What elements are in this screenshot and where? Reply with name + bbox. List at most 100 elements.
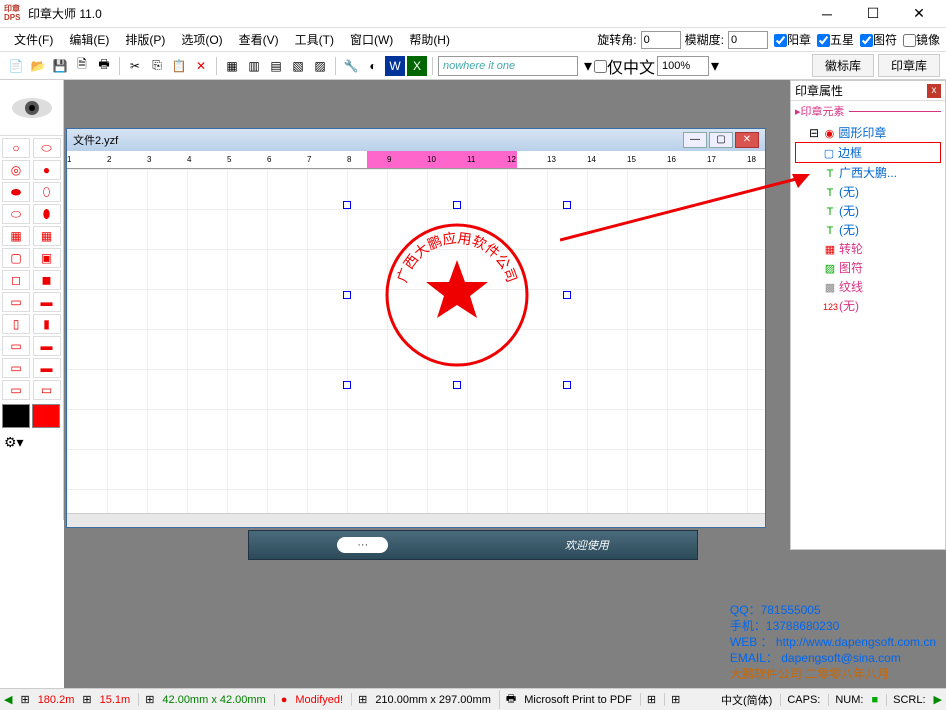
shape-grid1[interactable]: ▦ bbox=[2, 226, 30, 246]
font-preview[interactable] bbox=[438, 56, 578, 76]
maximize-button[interactable]: ☐ bbox=[850, 0, 896, 28]
check-star[interactable]: 五星 bbox=[817, 31, 854, 48]
tree-item-texture[interactable]: ▩纹线 bbox=[795, 277, 941, 296]
shape-ring[interactable]: ◎ bbox=[2, 160, 30, 180]
tool4-icon[interactable]: ▧ bbox=[288, 56, 308, 76]
doc-min-button[interactable]: — bbox=[683, 132, 707, 148]
tree-item-text1[interactable]: T广西大鹏... bbox=[795, 163, 941, 182]
open-icon[interactable]: 📂 bbox=[28, 56, 48, 76]
save-icon[interactable]: 💾 bbox=[50, 56, 70, 76]
shape-h4[interactable]: ▬ bbox=[33, 336, 61, 356]
shape-sq2[interactable]: ▣ bbox=[33, 248, 61, 268]
tool3-icon[interactable]: ▤ bbox=[266, 56, 286, 76]
tool6-icon[interactable]: 🔧 bbox=[341, 56, 361, 76]
tree-item-text3[interactable]: T(无) bbox=[795, 201, 941, 220]
cut-icon[interactable]: ✂ bbox=[125, 56, 145, 76]
doc-close-button[interactable]: ✕ bbox=[735, 132, 759, 148]
shape-h5[interactable]: ▭ bbox=[2, 358, 30, 378]
info-web[interactable]: WEB ： http://www.dapengsoft.com.cn bbox=[730, 634, 936, 650]
shape-oval2[interactable]: ⬭ bbox=[2, 204, 30, 224]
canvas[interactable]: 广西大鹏应用软件公司 bbox=[67, 169, 765, 513]
shape-sq1[interactable]: ▢ bbox=[2, 248, 30, 268]
handle-s[interactable] bbox=[453, 381, 461, 389]
shape-h8[interactable]: ▭ bbox=[33, 380, 61, 400]
shape-ellipse1[interactable]: ⬬ bbox=[2, 182, 30, 202]
tool9-icon[interactable]: X bbox=[407, 56, 427, 76]
check-yang[interactable]: 阳章 bbox=[774, 31, 811, 48]
blur-input[interactable] bbox=[728, 31, 768, 49]
shape-grid2[interactable]: ▦ bbox=[33, 226, 61, 246]
toolbar: 📄 📂 💾 🗎 🖶 ✂ ⎘ 📋 ✕ ▦ ▥ ▤ ▧ ▨ 🔧 ◐ W X ▾ 仅中… bbox=[0, 52, 946, 80]
shape-ellipse2[interactable]: ⬯ bbox=[33, 182, 61, 202]
handle-n[interactable] bbox=[453, 201, 461, 209]
tree-item-number[interactable]: 123(无) bbox=[795, 296, 941, 315]
new-icon[interactable]: 📄 bbox=[6, 56, 26, 76]
palette-settings-icon[interactable]: ⚙▾ bbox=[0, 430, 63, 455]
tool2-icon[interactable]: ▥ bbox=[244, 56, 264, 76]
handle-ne[interactable] bbox=[563, 201, 571, 209]
menu-view[interactable]: 查看(V) bbox=[231, 29, 287, 50]
tree-item-text4[interactable]: T(无) bbox=[795, 220, 941, 239]
tree-root[interactable]: ⊟ ◉圆形印章 bbox=[795, 123, 941, 142]
tool5-icon[interactable]: ▨ bbox=[310, 56, 330, 76]
print-icon[interactable]: 🖶 bbox=[94, 56, 114, 76]
tree-item-border[interactable]: ▢边框 bbox=[795, 142, 941, 163]
zoom-select[interactable] bbox=[657, 56, 709, 76]
shape-h6[interactable]: ▬ bbox=[33, 358, 61, 378]
info-qq: QQ：781555005 bbox=[730, 602, 936, 618]
saveas-icon[interactable]: 🗎 bbox=[72, 56, 92, 76]
tool7-icon[interactable]: ◐ bbox=[363, 56, 383, 76]
shape-v2[interactable]: ▮ bbox=[33, 314, 61, 334]
menu-edit[interactable]: 编辑(E) bbox=[61, 29, 117, 50]
doc-max-button[interactable]: ▢ bbox=[709, 132, 733, 148]
menu-layout[interactable]: 排版(P) bbox=[117, 29, 173, 50]
shape-oval[interactable]: ⬭ bbox=[33, 138, 61, 158]
handle-e[interactable] bbox=[563, 291, 571, 299]
document-titlebar[interactable]: 文件2.yzf — ▢ ✕ bbox=[67, 129, 765, 151]
shape-oval3[interactable]: ⬮ bbox=[33, 204, 61, 224]
handle-sw[interactable] bbox=[343, 381, 351, 389]
selection-box[interactable]: 广西大鹏应用软件公司 bbox=[347, 205, 567, 385]
handle-se[interactable] bbox=[563, 381, 571, 389]
handle-w[interactable] bbox=[343, 291, 351, 299]
tree-item-wheel[interactable]: ▦转轮 bbox=[795, 239, 941, 258]
menu-tools[interactable]: 工具(T) bbox=[287, 29, 342, 50]
tool8-icon[interactable]: W bbox=[385, 56, 405, 76]
status-num: NUM: bbox=[828, 694, 863, 706]
shape-h1[interactable]: ▭ bbox=[2, 292, 30, 312]
menu-file[interactable]: 文件(F) bbox=[6, 29, 61, 50]
tree-item-symbol[interactable]: ▨图符 bbox=[795, 258, 941, 277]
color-red[interactable] bbox=[32, 404, 60, 428]
shape-circle[interactable]: ○ bbox=[2, 138, 30, 158]
shape-h3[interactable]: ▭ bbox=[2, 336, 30, 356]
tool1-icon[interactable]: ▦ bbox=[222, 56, 242, 76]
check-mirror[interactable]: 镜像 bbox=[903, 31, 940, 48]
close-button[interactable]: ✕ bbox=[896, 0, 942, 28]
info-email[interactable]: EMAIL： dapengsoft@sina.com bbox=[730, 650, 936, 666]
shape-dot[interactable]: ● bbox=[33, 160, 61, 180]
shape-sq3[interactable]: ◻ bbox=[2, 270, 30, 290]
only-chinese[interactable]: 仅中文 bbox=[594, 54, 655, 78]
shape-h7[interactable]: ▭ bbox=[2, 380, 30, 400]
check-symbol[interactable]: 图符 bbox=[860, 31, 897, 48]
copy-icon[interactable]: ⎘ bbox=[147, 56, 167, 76]
tab-logo-lib[interactable]: 徽标库 bbox=[812, 54, 874, 77]
horizontal-ruler[interactable]: 123456789101112131415161718 bbox=[67, 151, 765, 169]
shape-h2[interactable]: ▬ bbox=[33, 292, 61, 312]
menu-options[interactable]: 选项(O) bbox=[173, 29, 230, 50]
paste-icon[interactable]: 📋 bbox=[169, 56, 189, 76]
panel-close-icon[interactable]: x bbox=[927, 84, 941, 98]
menu-help[interactable]: 帮助(H) bbox=[401, 29, 458, 50]
handle-nw[interactable] bbox=[343, 201, 351, 209]
color-black[interactable] bbox=[2, 404, 30, 428]
horizontal-scrollbar[interactable] bbox=[67, 513, 765, 527]
tab-stamp-lib[interactable]: 印章库 bbox=[878, 54, 940, 77]
delete-icon[interactable]: ✕ bbox=[191, 56, 211, 76]
stamp-object[interactable]: 广西大鹏应用软件公司 bbox=[382, 220, 532, 370]
menu-window[interactable]: 窗口(W) bbox=[342, 29, 401, 50]
tree-item-text2[interactable]: T(无) bbox=[795, 182, 941, 201]
rotation-input[interactable] bbox=[641, 31, 681, 49]
minimize-button[interactable]: ─ bbox=[804, 0, 850, 28]
shape-sq4[interactable]: ◼ bbox=[33, 270, 61, 290]
shape-v1[interactable]: ▯ bbox=[2, 314, 30, 334]
